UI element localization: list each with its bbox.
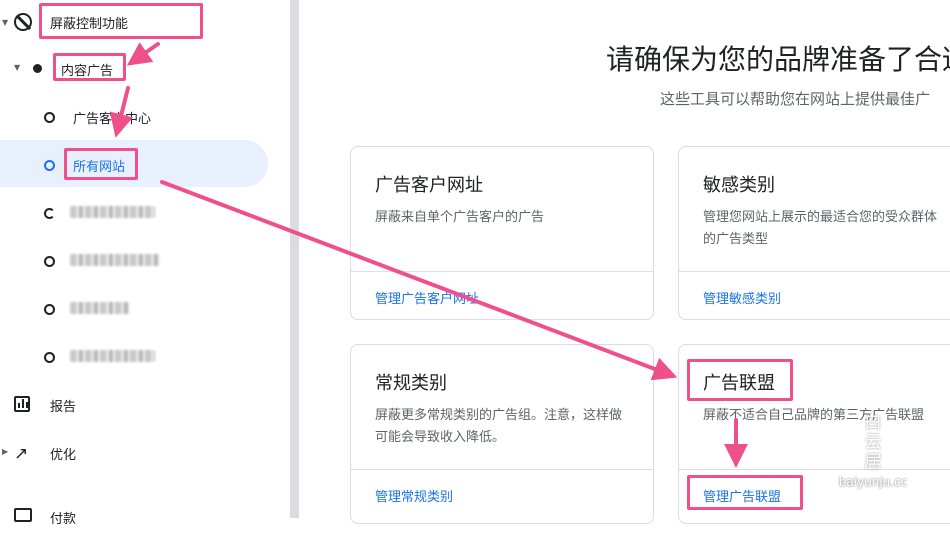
page-subtitle: 这些工具可以帮助您在网站上提供最佳广: [660, 90, 931, 108]
sidebar-item-reports[interactable]: 报告: [0, 384, 290, 424]
sidebar-item-content-ads[interactable]: ▼ 内容广告: [0, 48, 290, 88]
trending-up-icon: ↗: [14, 444, 29, 464]
card-sensitive-categories: 敏感类别 管理您网站上展示的最适合您的受众群体的广告类型 管理敏感类别: [678, 146, 950, 320]
card-title: 广告客户网址: [375, 175, 483, 196]
ring-icon: [44, 160, 55, 171]
sidebar-item-site[interactable]: [0, 240, 290, 280]
block-icon: [14, 13, 32, 31]
blurred-site-name: [70, 302, 130, 314]
highlight-box: [687, 359, 793, 401]
watermark-url: baiyunju.cc: [838, 475, 908, 489]
card-description: 屏蔽更多常规类别的广告组。注意，这样做可能会导致收入降低。: [375, 408, 623, 445]
sidebar-item-payments[interactable]: 付款: [0, 496, 290, 536]
card-description: 屏蔽来自单个广告客户的广告: [375, 210, 545, 225]
bullet-icon: [33, 64, 42, 73]
sidebar-item-label: 广告客户中心: [73, 112, 152, 127]
payment-icon: [14, 508, 32, 522]
sidebar-item-label: 优化: [50, 448, 77, 463]
sidebar-item-label: 报告: [50, 400, 77, 415]
card-advertiser-urls: 广告客户网址 屏蔽来自单个广告客户的广告 管理广告客户网址: [350, 146, 654, 320]
manage-sensitive-categories-link[interactable]: 管理敏感类别: [703, 288, 781, 307]
sidebar: ▼ 屏蔽控制功能 ▼ 内容广告 广告客户中心 所有网站 报告 ▶ 优化 ↗ 付款: [0, 0, 290, 527]
ring-icon: [44, 304, 55, 315]
card-general-categories: 常规类别 屏蔽更多常规类别的广告组。注意，这样做可能会导致收入降低。 管理常规类…: [350, 344, 654, 524]
ring-icon: [44, 112, 55, 123]
highlight-box: [687, 475, 803, 510]
highlight-box: [39, 3, 203, 39]
sidebar-item-advertiser-center[interactable]: 广告客户中心: [0, 96, 290, 136]
card-divider: [351, 271, 653, 272]
card-title: 敏感类别: [703, 175, 775, 196]
watermark: 白 云 居 baiyunju.cc: [818, 413, 928, 493]
watermark-char: 云: [864, 432, 882, 453]
highlight-box: [53, 53, 126, 81]
highlight-box: [64, 148, 138, 180]
watermark-char: 白: [864, 412, 882, 433]
bar-chart-icon: [14, 396, 30, 412]
watermark-char: 居: [864, 452, 882, 473]
blurred-site-name: [70, 350, 155, 362]
sidebar-item-optimization[interactable]: ▶ 优化: [0, 432, 290, 472]
ring-icon: [44, 352, 55, 363]
caret-down-icon: ▼: [14, 63, 21, 72]
sidebar-item-site[interactable]: [0, 336, 290, 376]
manage-advertiser-urls-link[interactable]: 管理广告客户网址: [375, 288, 479, 307]
caret-right-icon: ▶: [2, 447, 9, 456]
card-description: 管理您网站上展示的最适合您的受众群体的广告类型: [703, 210, 938, 247]
card-divider: [679, 271, 950, 272]
page-title: 请确保为您的品牌准备了合适: [606, 43, 950, 76]
ring-icon: [44, 208, 55, 219]
ring-icon: [44, 256, 55, 267]
sidebar-item-site[interactable]: [0, 288, 290, 328]
card-title: 常规类别: [375, 373, 447, 394]
blurred-site-name: [70, 206, 155, 218]
sidebar-item-site[interactable]: [0, 192, 290, 232]
blurred-site-name: [70, 254, 160, 266]
card-divider: [351, 469, 653, 470]
sidebar-divider: [290, 0, 299, 518]
manage-general-categories-link[interactable]: 管理常规类别: [375, 486, 453, 505]
caret-down-icon: ▼: [2, 18, 9, 27]
